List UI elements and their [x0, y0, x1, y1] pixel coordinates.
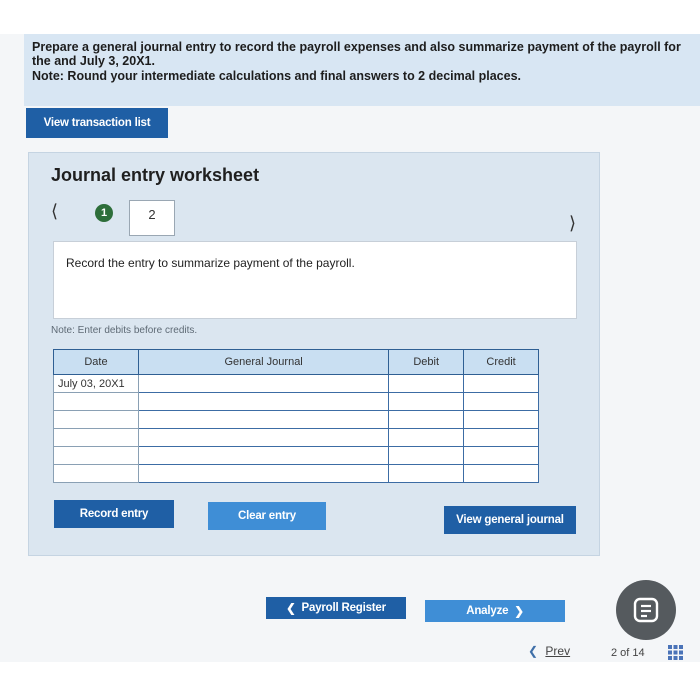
chat-icon[interactable] [616, 580, 676, 640]
view-general-journal-button[interactable]: View general journal [444, 506, 576, 534]
analyze-label: Analyze [466, 605, 509, 617]
rounding-note: Note: Round your intermediate calculatio… [32, 69, 522, 83]
journal-header-row: Date General Journal Debit Credit [53, 349, 539, 375]
column-header-date: Date [53, 349, 139, 375]
date-cell [53, 464, 139, 483]
date-cell [53, 410, 139, 429]
app-screen: Prepare a general journal entry to recor… [0, 34, 700, 662]
page-indicator: 2 of 14 [611, 647, 645, 659]
debits-hint: Note: Enter debits before credits. [51, 325, 198, 336]
account-input[interactable] [137, 374, 390, 393]
column-header-general-journal: General Journal [137, 349, 390, 375]
table-row [53, 410, 539, 429]
record-entry-button[interactable]: Record entry [54, 500, 174, 528]
debit-input[interactable] [388, 464, 465, 483]
journal-table: Date General Journal Debit Credit July 0… [53, 349, 539, 483]
column-header-credit: Credit [463, 349, 539, 375]
chevron-left-icon[interactable]: ⟨ [51, 201, 58, 222]
instructions-banner: Prepare a general journal entry to recor… [24, 34, 700, 106]
credit-input[interactable] [463, 428, 539, 447]
credit-input[interactable] [463, 446, 539, 465]
chevron-left-icon: ❮ [528, 644, 539, 658]
table-row [53, 392, 539, 411]
grid-icon[interactable] [668, 645, 683, 662]
debit-input[interactable] [388, 410, 465, 429]
table-row: July 03, 20X1 [53, 374, 539, 393]
payroll-register-button[interactable]: ❮ Payroll Register [266, 597, 406, 619]
table-row [53, 428, 539, 447]
debit-input[interactable] [388, 428, 465, 447]
payroll-register-label: Payroll Register [301, 602, 387, 614]
table-row [53, 464, 539, 483]
credit-input[interactable] [463, 392, 539, 411]
account-input[interactable] [137, 410, 390, 429]
column-header-debit: Debit [388, 349, 465, 375]
analyze-button[interactable]: Analyze ❯ [425, 600, 565, 622]
view-transaction-list-button[interactable]: View transaction list [26, 108, 168, 138]
clear-entry-button[interactable]: Clear entry [208, 502, 326, 530]
credit-input[interactable] [463, 464, 539, 483]
entry-prompt: Record the entry to summarize payment of… [66, 256, 355, 270]
chevron-right-icon: ❯ [514, 606, 524, 618]
prev-label: Prev [545, 644, 571, 658]
step-2-tab[interactable]: 2 [129, 200, 175, 236]
debit-input[interactable] [388, 446, 465, 465]
journal-entry-worksheet: Journal entry worksheet ⟨ 1 2 ⟩ Record t… [28, 152, 600, 556]
account-input[interactable] [137, 464, 390, 483]
debit-input[interactable] [388, 374, 465, 393]
step-1-tab[interactable]: 1 [95, 204, 113, 222]
date-cell [53, 446, 139, 465]
chevron-left-icon: ❮ [286, 603, 296, 615]
table-row [53, 446, 539, 465]
chevron-right-icon[interactable]: ⟩ [569, 213, 576, 234]
prev-link[interactable]: ❮ Prev [528, 644, 570, 658]
date-cell [53, 428, 139, 447]
account-input[interactable] [137, 392, 390, 411]
credit-input[interactable] [463, 374, 539, 393]
account-input[interactable] [137, 446, 390, 465]
question-text: Prepare a general journal entry to recor… [32, 40, 681, 68]
date-cell: July 03, 20X1 [53, 374, 139, 393]
entry-instruction-box: Record the entry to summarize payment of… [53, 241, 577, 319]
worksheet-title: Journal entry worksheet [51, 165, 260, 185]
credit-input[interactable] [463, 410, 539, 429]
date-cell [53, 392, 139, 411]
debit-input[interactable] [388, 392, 465, 411]
account-input[interactable] [137, 428, 390, 447]
